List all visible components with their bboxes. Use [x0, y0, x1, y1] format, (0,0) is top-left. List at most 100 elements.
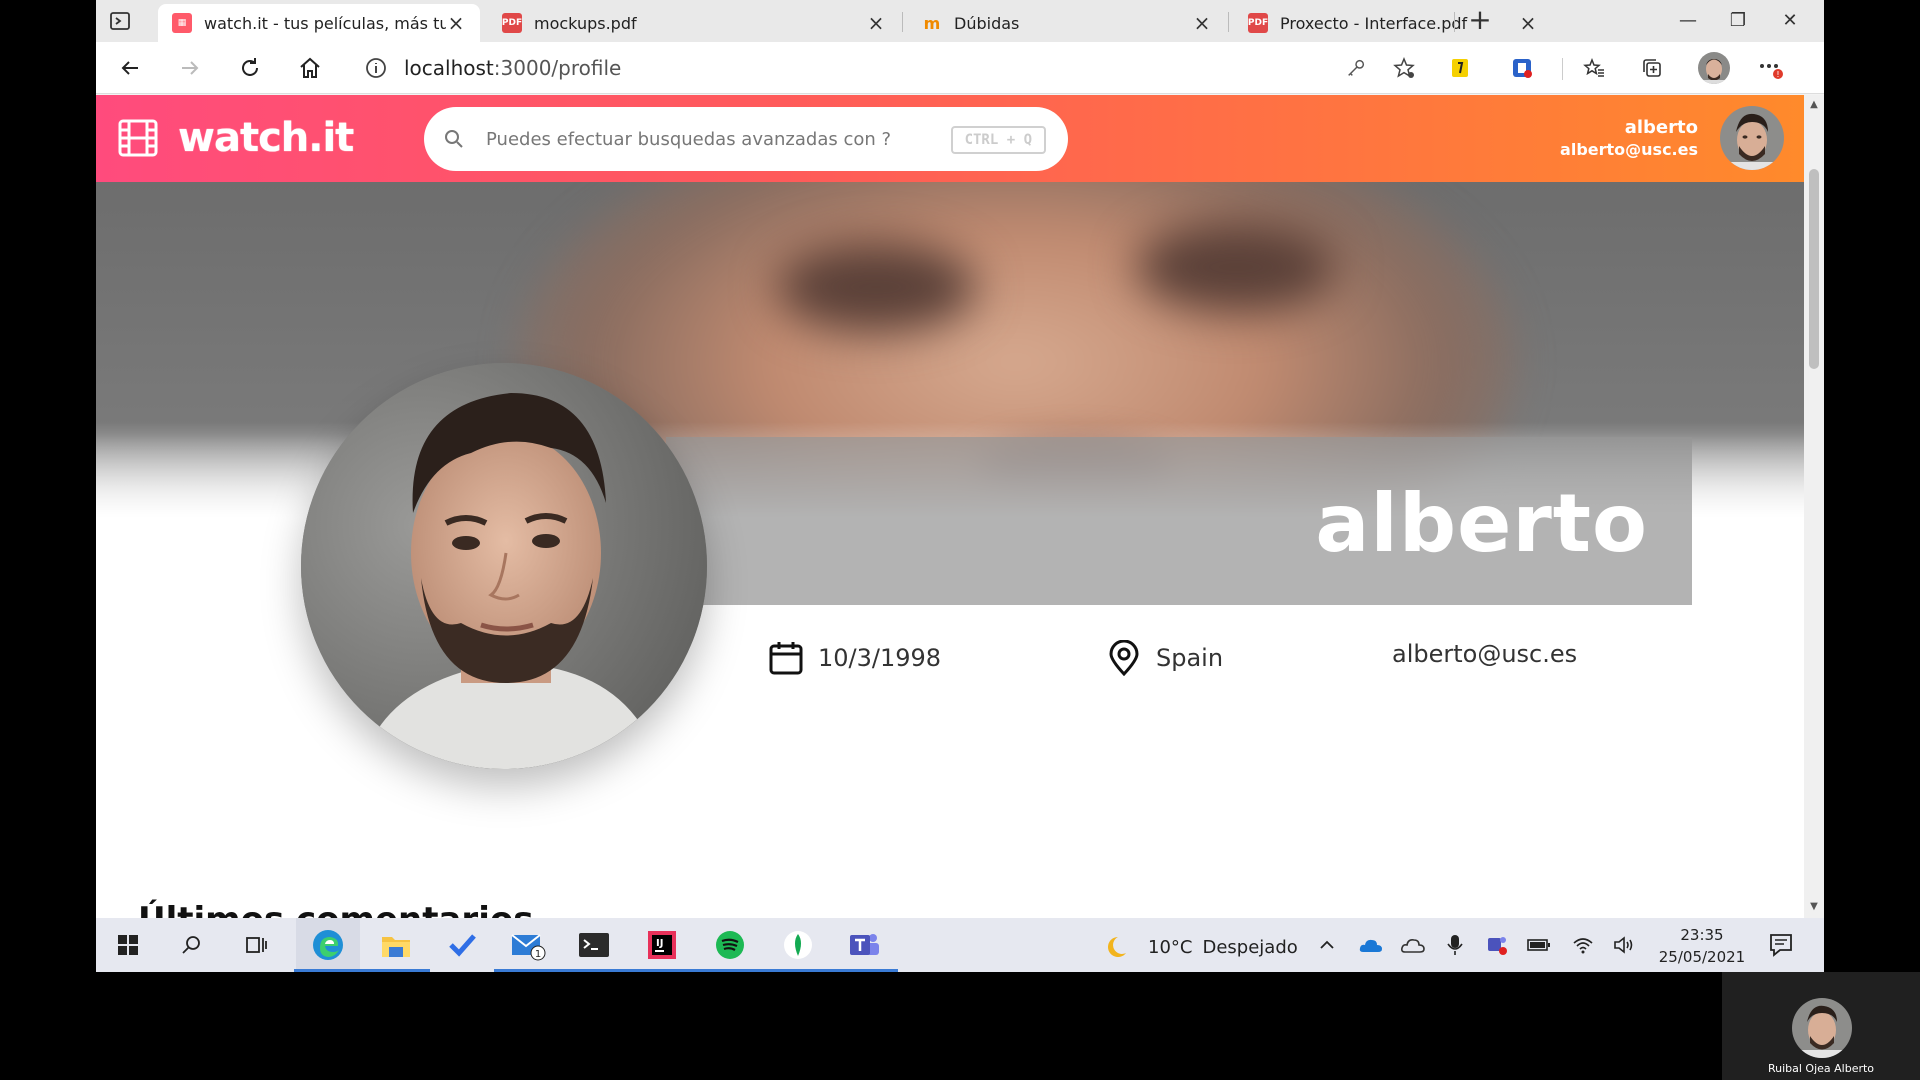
url-text[interactable]: localhost:3000/profile	[404, 56, 621, 80]
app-logo[interactable]: watch.it	[118, 115, 354, 161]
notification-center-icon[interactable]	[1768, 932, 1794, 958]
folder-icon	[382, 937, 410, 957]
close-icon[interactable]: ×	[446, 11, 466, 35]
search-shortcut-hint: CTRL + Q	[950, 126, 1046, 154]
pdf-icon: PDF	[502, 13, 522, 33]
volume-icon[interactable]	[1612, 933, 1638, 957]
participant-avatar	[1792, 998, 1852, 1058]
new-tab-button[interactable]: +	[1464, 6, 1496, 36]
tab-dubidas[interactable]: m Dúbidas ×	[908, 4, 1226, 42]
calendar-icon	[769, 642, 803, 675]
spotify-icon	[716, 931, 744, 959]
minimize-button[interactable]: —	[1666, 6, 1710, 36]
toolbar-separator	[1562, 58, 1563, 80]
favorites-icon[interactable]	[1580, 54, 1608, 82]
taskbar-spotify[interactable]	[696, 926, 764, 972]
microphone-icon[interactable]	[1442, 933, 1468, 957]
settings-more-icon[interactable]: !	[1756, 54, 1784, 82]
key-icon[interactable]	[1342, 54, 1370, 82]
weather-description: Despejado	[1202, 936, 1298, 958]
tab-separator	[902, 12, 903, 32]
profile-avatar[interactable]	[301, 363, 707, 769]
cloud-icon[interactable]	[1400, 933, 1426, 957]
page-scrollbar[interactable]: ▲ ▼	[1804, 95, 1824, 918]
taskbar-mongodb[interactable]	[764, 926, 832, 972]
profile-email: alberto@usc.es	[1392, 640, 1577, 668]
add-favorite-icon[interactable]	[1390, 54, 1418, 82]
user-menu[interactable]: alberto alberto@usc.es	[1560, 106, 1784, 170]
taskbar-edge[interactable]	[294, 926, 362, 972]
arrow-right-icon	[182, 61, 199, 75]
profile-birthdate: 10/3/1998	[768, 640, 941, 676]
close-icon[interactable]: ×	[1192, 11, 1212, 35]
watchit-favicon: ▦	[172, 13, 192, 33]
task-view-button[interactable]	[236, 926, 276, 964]
header-username: alberto	[1624, 117, 1698, 138]
refresh-button[interactable]	[232, 52, 268, 84]
taskbar-file-explorer[interactable]	[362, 926, 430, 972]
taskbar-intellij[interactable]: IJ	[628, 926, 696, 972]
svg-text:1: 1	[535, 949, 541, 960]
address-bar[interactable]: localhost:3000/profile	[352, 49, 1412, 87]
onedrive-icon[interactable]	[1358, 933, 1384, 957]
taskbar-search-button[interactable]	[172, 926, 212, 964]
profile-country: Spain	[1106, 640, 1223, 676]
scroll-up-arrow-icon[interactable]: ▲	[1808, 99, 1820, 111]
taskbar-teams[interactable]	[830, 926, 898, 972]
tab-mockups[interactable]: PDF mockups.pdf ×	[488, 4, 900, 42]
search-input[interactable]	[486, 128, 916, 150]
restore-button[interactable]: ❐	[1716, 6, 1760, 36]
start-button[interactable]	[108, 926, 148, 964]
tab-actions-icon[interactable]	[108, 9, 132, 33]
participant-name: Ruibal Ojea Alberto	[1767, 1062, 1875, 1075]
mail-icon: 1	[511, 934, 546, 961]
tab-watchit[interactable]: ▦ watch.it - tus películas, más tuyas ×	[158, 4, 480, 42]
close-icon[interactable]: ×	[866, 11, 886, 35]
taskbar-todo[interactable]	[442, 926, 482, 964]
info-icon[interactable]	[364, 56, 388, 80]
weather-widget[interactable]: 10°C Despejado	[1106, 933, 1298, 961]
chevron-up-icon	[1320, 940, 1334, 949]
edge-icon	[313, 930, 343, 960]
home-button[interactable]	[292, 52, 328, 84]
refresh-icon	[242, 58, 258, 76]
weather-temp: 10°C	[1148, 936, 1193, 958]
collections-icon[interactable]	[1638, 54, 1666, 82]
call-participant-tile[interactable]: Ruibal Ojea Alberto	[1722, 972, 1920, 1080]
profile-avatar-icon[interactable]	[1698, 52, 1730, 84]
location-pin-icon	[1109, 640, 1139, 676]
extension-blue-icon[interactable]	[1508, 54, 1536, 82]
taskbar-terminal[interactable]	[560, 926, 628, 972]
teams-icon	[850, 934, 879, 955]
show-hidden-icons-button[interactable]	[1314, 933, 1340, 957]
extension-yellow-icon[interactable]	[1446, 54, 1474, 82]
taskbar-mail[interactable]: 1	[494, 926, 562, 972]
screen: ▦ watch.it - tus películas, más tuyas × …	[96, 0, 1824, 972]
moon-icon	[1108, 937, 1126, 957]
task-view-icon	[246, 937, 267, 953]
close-window-button[interactable]: ✕	[1768, 6, 1812, 36]
profile-name-band: alberto	[666, 437, 1692, 605]
scrollbar-thumb[interactable]	[1809, 169, 1819, 369]
battery-icon[interactable]	[1526, 933, 1552, 957]
forward-button[interactable]	[172, 52, 208, 84]
scroll-down-arrow-icon[interactable]: ▼	[1808, 901, 1820, 913]
header-avatar[interactable]	[1720, 106, 1784, 170]
search-bar[interactable]: CTRL + Q	[424, 107, 1068, 171]
clock-time: 23:35	[1680, 926, 1724, 944]
home-icon	[300, 57, 320, 78]
page-viewport: watch.it CTRL + Q alberto alberto@usc.es	[96, 95, 1804, 918]
wifi-icon[interactable]	[1570, 933, 1596, 957]
tab-proxecto[interactable]: PDF Proxecto - Interface.pdf ×	[1234, 4, 1552, 42]
logo-text: watch.it	[178, 115, 354, 161]
profile-name: alberto	[1315, 477, 1648, 570]
taskbar-clock[interactable]: 23:35 25/05/2021	[1652, 924, 1752, 968]
teams-tray-icon[interactable]	[1484, 933, 1510, 957]
back-button[interactable]	[112, 52, 148, 84]
user-info: alberto alberto@usc.es	[1560, 117, 1698, 159]
checkmark-icon	[449, 934, 476, 957]
search-icon	[445, 130, 463, 148]
windows-logo-icon	[118, 935, 138, 955]
email-text: alberto@usc.es	[1392, 640, 1578, 668]
close-icon[interactable]: ×	[1518, 11, 1538, 35]
